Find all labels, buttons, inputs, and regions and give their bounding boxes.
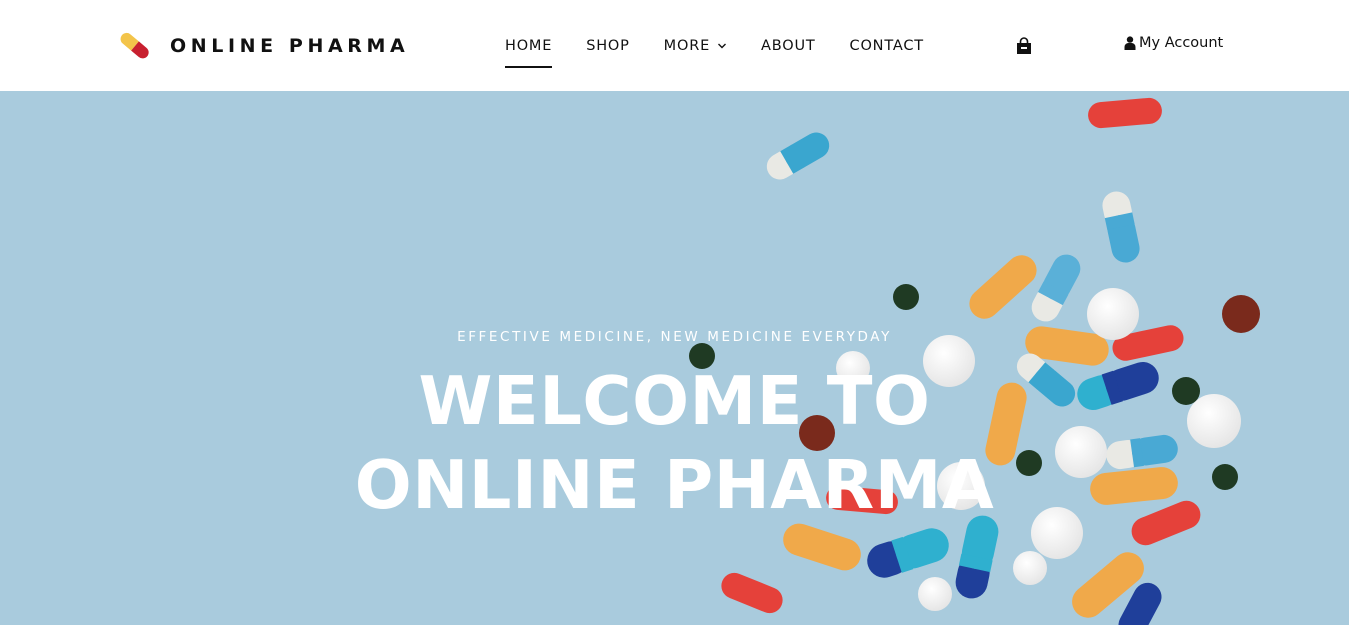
user-icon xyxy=(1124,36,1136,50)
nav-more-label: MORE xyxy=(663,38,711,54)
nav-shop[interactable]: SHOP xyxy=(586,34,629,58)
hero-title-line1: WELCOME TO xyxy=(418,362,931,440)
nav-contact[interactable]: CONTACT xyxy=(850,34,924,58)
site-header: ONLINE PHARMA HOME SHOP MORE ABOUT CONTA… xyxy=(0,0,1349,91)
nav-more[interactable]: MORE xyxy=(664,34,727,58)
chevron-down-icon xyxy=(718,43,727,49)
capsule-logo-icon xyxy=(120,32,149,59)
hero-subtitle: EFFECTIVE MEDICINE, NEW MEDICINE EVERYDA… xyxy=(457,329,892,345)
hero-title-line2: ONLINE PHARMA xyxy=(354,446,995,524)
my-account-link[interactable]: My Account xyxy=(1124,35,1223,51)
shopping-bag-icon[interactable] xyxy=(1015,37,1033,55)
my-account-label: My Account xyxy=(1139,35,1224,51)
brand-name: ONLINE PHARMA xyxy=(170,35,410,57)
hero-title: WELCOME TO ONLINE PHARMA xyxy=(0,359,1349,527)
nav-home[interactable]: HOME xyxy=(505,34,553,68)
main-nav: HOME SHOP MORE ABOUT CONTACT xyxy=(505,34,958,68)
brand-logo[interactable]: ONLINE PHARMA xyxy=(118,28,409,64)
nav-about[interactable]: ABOUT xyxy=(761,34,816,58)
hero-banner: EFFECTIVE MEDICINE, NEW MEDICINE EVERYDA… xyxy=(0,91,1349,625)
pills-background-image xyxy=(689,97,1260,625)
